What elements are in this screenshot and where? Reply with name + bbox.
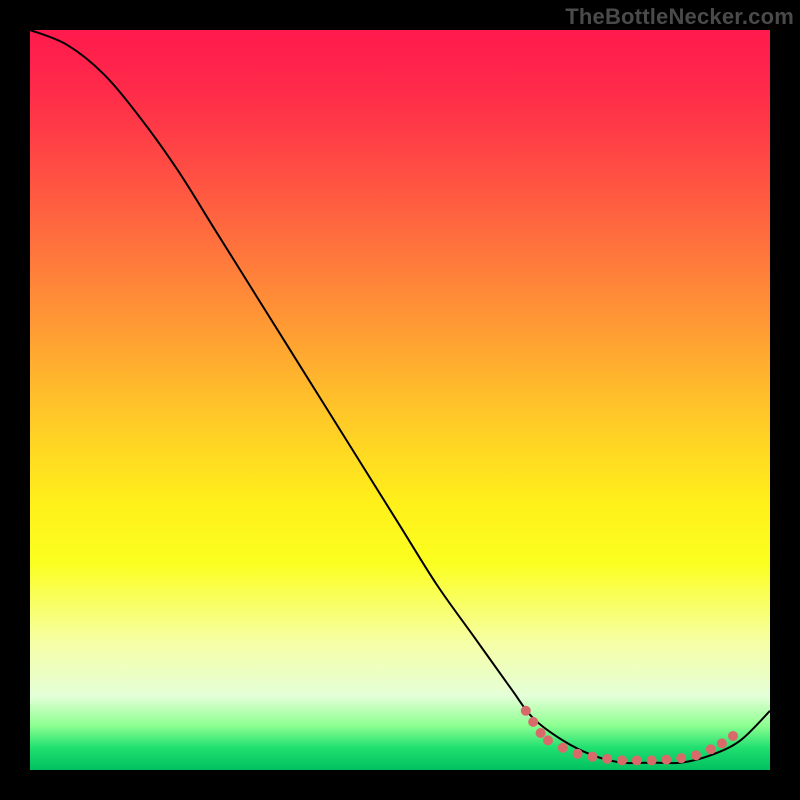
threshold-dot [691,750,701,760]
chart-svg [30,30,770,770]
threshold-dot [536,728,546,738]
threshold-dot [543,735,553,745]
threshold-dot [617,755,627,765]
threshold-dot [676,753,686,763]
threshold-dot [528,717,538,727]
bottleneck-curve [30,30,770,763]
threshold-dot [521,706,531,716]
chart-stage: TheBottleNecker.com [0,0,800,800]
watermark-text: TheBottleNecker.com [565,4,794,30]
threshold-dot [717,738,727,748]
threshold-dot [706,744,716,754]
threshold-dot [602,754,612,764]
threshold-dot [632,755,642,765]
threshold-dot [558,743,568,753]
threshold-dot [587,752,597,762]
threshold-dot [573,749,583,759]
threshold-dot [647,755,657,765]
plot-area [30,30,770,770]
threshold-dot [728,731,738,741]
threshold-dot [661,755,671,765]
